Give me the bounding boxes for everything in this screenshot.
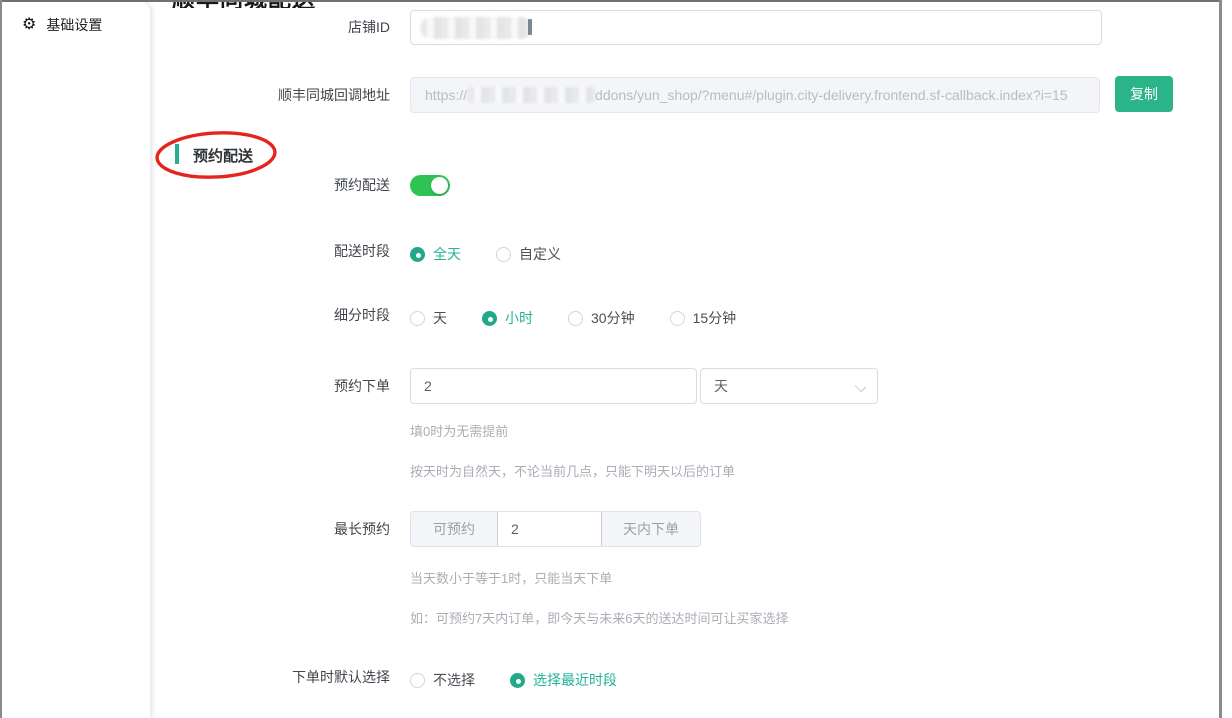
max-reserve-prepend: 可预约 <box>411 512 497 546</box>
radio-icon <box>482 311 497 326</box>
frame-border-right <box>1219 0 1222 718</box>
radio-icon <box>670 311 685 326</box>
redacted-domain <box>467 87 595 103</box>
advance-order-hint-2: 按天时为自然天，不论当前几点，只能下明天以后的订单 <box>410 461 735 480</box>
max-reserve-hint-2: 如：可预约7天内订单，即今天与未来6天的送达时间可让买家选择 <box>410 608 788 627</box>
radio-icon <box>410 247 425 262</box>
radio-all-day[interactable]: 全天 <box>410 244 461 264</box>
radio-icon <box>410 311 425 326</box>
callback-url-suffix: ddons/yun_shop/?menu#/plugin.city-delive… <box>595 87 1068 103</box>
reserve-delivery-toggle[interactable] <box>410 175 450 196</box>
delivery-period-label: 配送时段 <box>152 244 390 259</box>
sidebar-item-label: 基础设置 <box>46 15 102 35</box>
max-reserve-input[interactable] <box>497 511 602 547</box>
advance-order-label: 预约下单 <box>152 368 390 404</box>
sidebar: ⚙︎ 基础设置 <box>2 2 150 718</box>
radio-icon <box>568 311 583 326</box>
max-reserve-group: 可预约 天内下单 <box>410 511 701 547</box>
section-accent-bar <box>175 144 179 164</box>
callback-url-prefix: https:// <box>425 87 467 103</box>
advance-order-input[interactable] <box>410 368 697 404</box>
radio-custom[interactable]: 自定义 <box>496 244 561 264</box>
redacted-shop-id-value <box>420 17 532 39</box>
section-title: 预约配送 <box>193 145 253 166</box>
max-reserve-hint-1: 当天数小于等于1时，只能当天下单 <box>410 568 612 587</box>
chevron-down-icon <box>855 381 866 392</box>
granularity-label: 细分时段 <box>152 308 390 323</box>
shop-id-input[interactable] <box>410 10 1102 45</box>
callback-url-label: 顺丰同城回调地址 <box>152 77 390 113</box>
clipped-page-heading: 顺丰同城配送 <box>172 2 392 8</box>
radio-hour[interactable]: 小时 <box>482 308 533 328</box>
radio-icon <box>496 247 511 262</box>
radio-icon <box>410 673 425 688</box>
toggle-knob <box>431 177 448 194</box>
advance-order-hint-1: 填0时为无需提前 <box>410 421 508 440</box>
radio-30min[interactable]: 30分钟 <box>568 308 635 328</box>
granularity-group: 天 小时 30分钟 15分钟 <box>410 308 736 328</box>
max-reserve-label: 最长预约 <box>152 511 390 547</box>
radio-icon <box>510 673 525 688</box>
max-reserve-append: 天内下单 <box>602 512 700 546</box>
unit-select[interactable]: 天 <box>700 368 878 404</box>
redacted-value-remnant <box>528 19 532 35</box>
callback-url-input[interactable]: https:// ddons/yun_shop/?menu#/plugin.cit… <box>410 77 1100 113</box>
radio-no-select[interactable]: 不选择 <box>410 670 475 690</box>
delivery-period-group: 全天 自定义 <box>410 244 561 264</box>
shop-id-label: 店铺ID <box>152 10 390 45</box>
sidebar-item-basic-settings[interactable]: ⚙︎ 基础设置 <box>2 2 150 35</box>
unit-select-value: 天 <box>714 378 728 394</box>
default-select-group: 不选择 选择最近时段 <box>410 670 617 690</box>
copy-button[interactable]: 复制 <box>1115 76 1173 112</box>
radio-day[interactable]: 天 <box>410 308 447 328</box>
reserve-delivery-label: 预约配送 <box>152 175 390 196</box>
radio-nearest-period[interactable]: 选择最近时段 <box>510 670 617 690</box>
radio-15min[interactable]: 15分钟 <box>670 308 737 328</box>
gear-icon: ⚙︎ <box>22 16 36 34</box>
default-select-label: 下单时默认选择 <box>152 670 390 685</box>
